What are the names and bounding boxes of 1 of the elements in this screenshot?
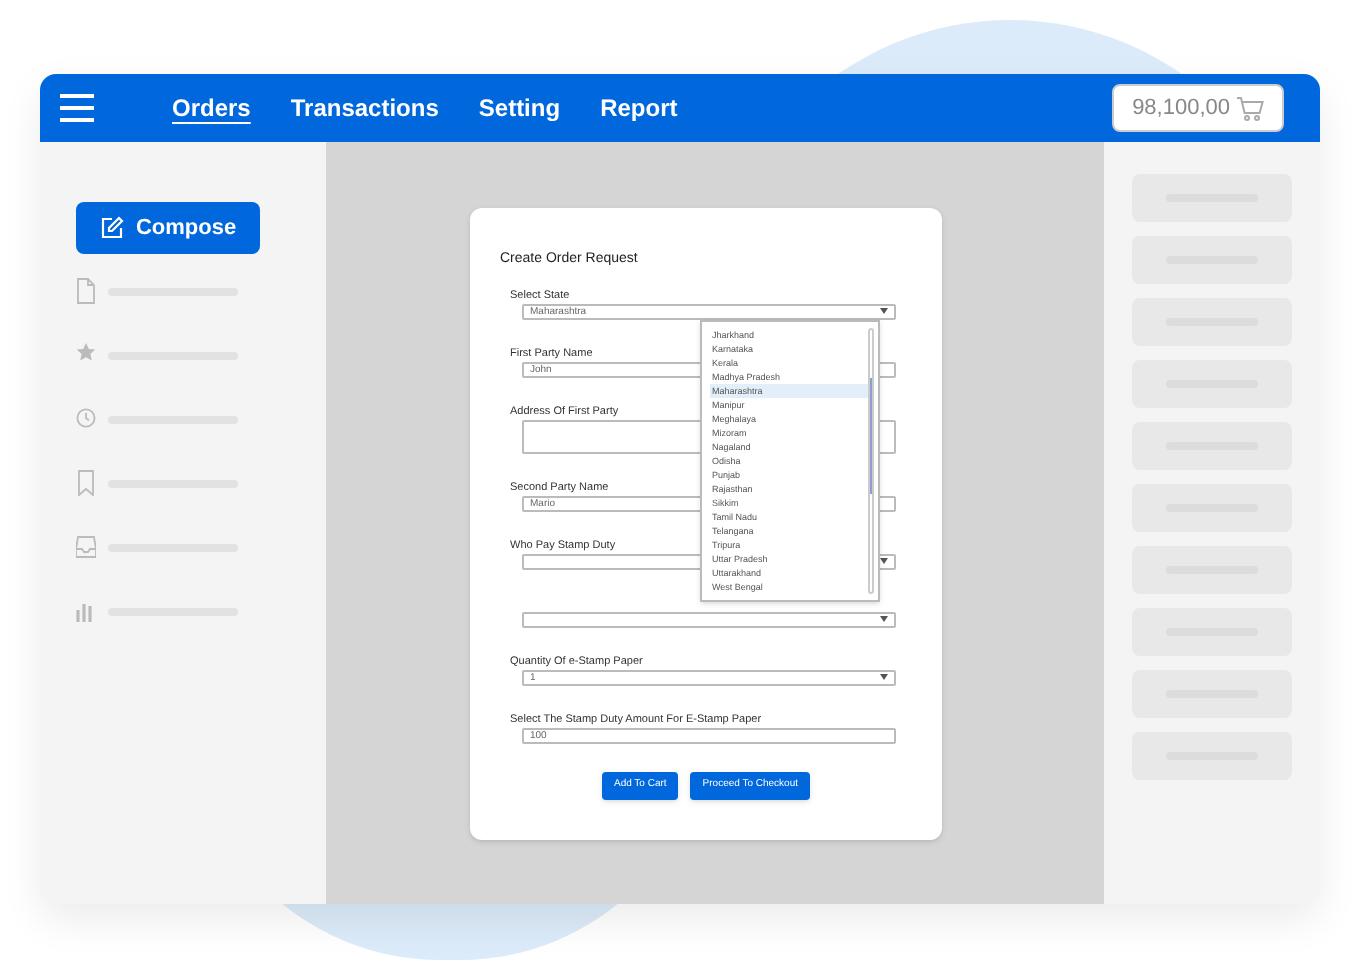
balance-amount: 98,100,00 [1132,93,1230,124]
